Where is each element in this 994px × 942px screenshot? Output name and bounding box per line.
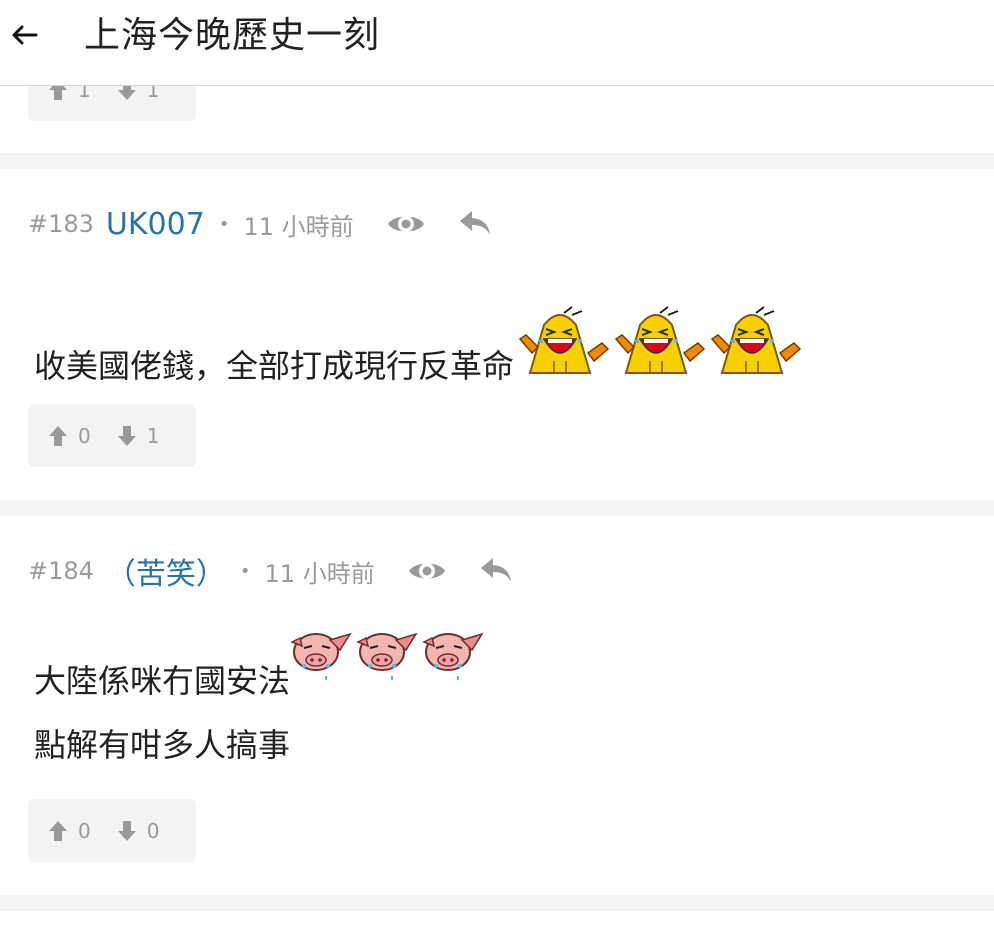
downvote-count: 0 bbox=[146, 818, 160, 843]
previous-post-tail: 1 1 bbox=[0, 86, 994, 152]
vote-box: 0 0 bbox=[28, 799, 196, 862]
arrow-up-icon bbox=[49, 820, 67, 841]
content-line: 收美國佬錢，全部打成現行反革命 bbox=[34, 305, 802, 398]
post-number: #184 bbox=[28, 557, 94, 585]
upvote-count: 1 bbox=[78, 86, 91, 102]
downvote-count: 1 bbox=[146, 423, 160, 448]
reply-icon[interactable] bbox=[479, 556, 513, 586]
content-text: 大陸係咪冇國安法 bbox=[34, 662, 291, 700]
downvote-button[interactable]: 0 bbox=[117, 818, 160, 843]
post-number: #183 bbox=[28, 210, 94, 238]
separator-dot: • bbox=[239, 560, 251, 582]
page-title: 上海今晚歷史一刻 bbox=[84, 15, 381, 56]
eye-icon[interactable] bbox=[386, 210, 426, 238]
content-text: 點解有咁多人搞事 bbox=[34, 726, 291, 764]
content-line: 大陸係咪冇國安法 bbox=[34, 630, 488, 713]
eye-icon[interactable] bbox=[407, 557, 447, 585]
vote-box: 1 1 bbox=[28, 86, 196, 121]
upvote-button[interactable]: 1 bbox=[48, 86, 91, 102]
arrow-up-icon bbox=[49, 86, 67, 100]
username-link[interactable]: （苦笑） bbox=[106, 549, 226, 593]
post-meta: #184 （苦笑） • 11 小時前 bbox=[28, 549, 513, 593]
arrow-up-icon bbox=[49, 425, 67, 446]
arrow-down-icon bbox=[117, 425, 136, 446]
laughing-crying-emoji-icon bbox=[514, 305, 802, 398]
pig-face-emoji-icon bbox=[290, 630, 488, 703]
post-time: 11 小時前 bbox=[243, 212, 354, 241]
post-divider bbox=[0, 895, 994, 911]
post-divider bbox=[0, 153, 994, 169]
post-content: 收美國佬錢，全部打成現行反革命 bbox=[34, 305, 802, 398]
upvote-count: 0 bbox=[78, 423, 91, 448]
top-bar: 上海今晚歷史一刻 bbox=[0, 0, 994, 86]
vote-box: 0 1 bbox=[28, 404, 196, 467]
post-time: 11 小時前 bbox=[264, 559, 375, 588]
upvote-button[interactable]: 0 bbox=[48, 424, 91, 448]
post-content: 大陸係咪冇國安法 點解有咁多人搞事 bbox=[34, 630, 488, 777]
downvote-count: 1 bbox=[146, 86, 160, 102]
post-meta: #183 UK007 • 11 小時前 bbox=[28, 204, 492, 244]
post-divider bbox=[0, 500, 994, 516]
arrow-down-icon bbox=[117, 86, 136, 100]
username-link[interactable]: UK007 bbox=[106, 207, 205, 242]
separator-dot: • bbox=[218, 213, 230, 235]
upvote-button[interactable]: 0 bbox=[48, 819, 91, 843]
content-text: 收美國佬錢，全部打成現行反革命 bbox=[34, 347, 515, 385]
reply-icon[interactable] bbox=[458, 209, 492, 239]
downvote-button[interactable]: 1 bbox=[117, 86, 160, 102]
arrow-left-icon[interactable] bbox=[10, 22, 40, 48]
arrow-down-icon bbox=[117, 820, 136, 841]
content-line: 點解有咁多人搞事 bbox=[34, 713, 488, 777]
downvote-button[interactable]: 1 bbox=[117, 423, 160, 448]
upvote-count: 0 bbox=[78, 818, 91, 843]
